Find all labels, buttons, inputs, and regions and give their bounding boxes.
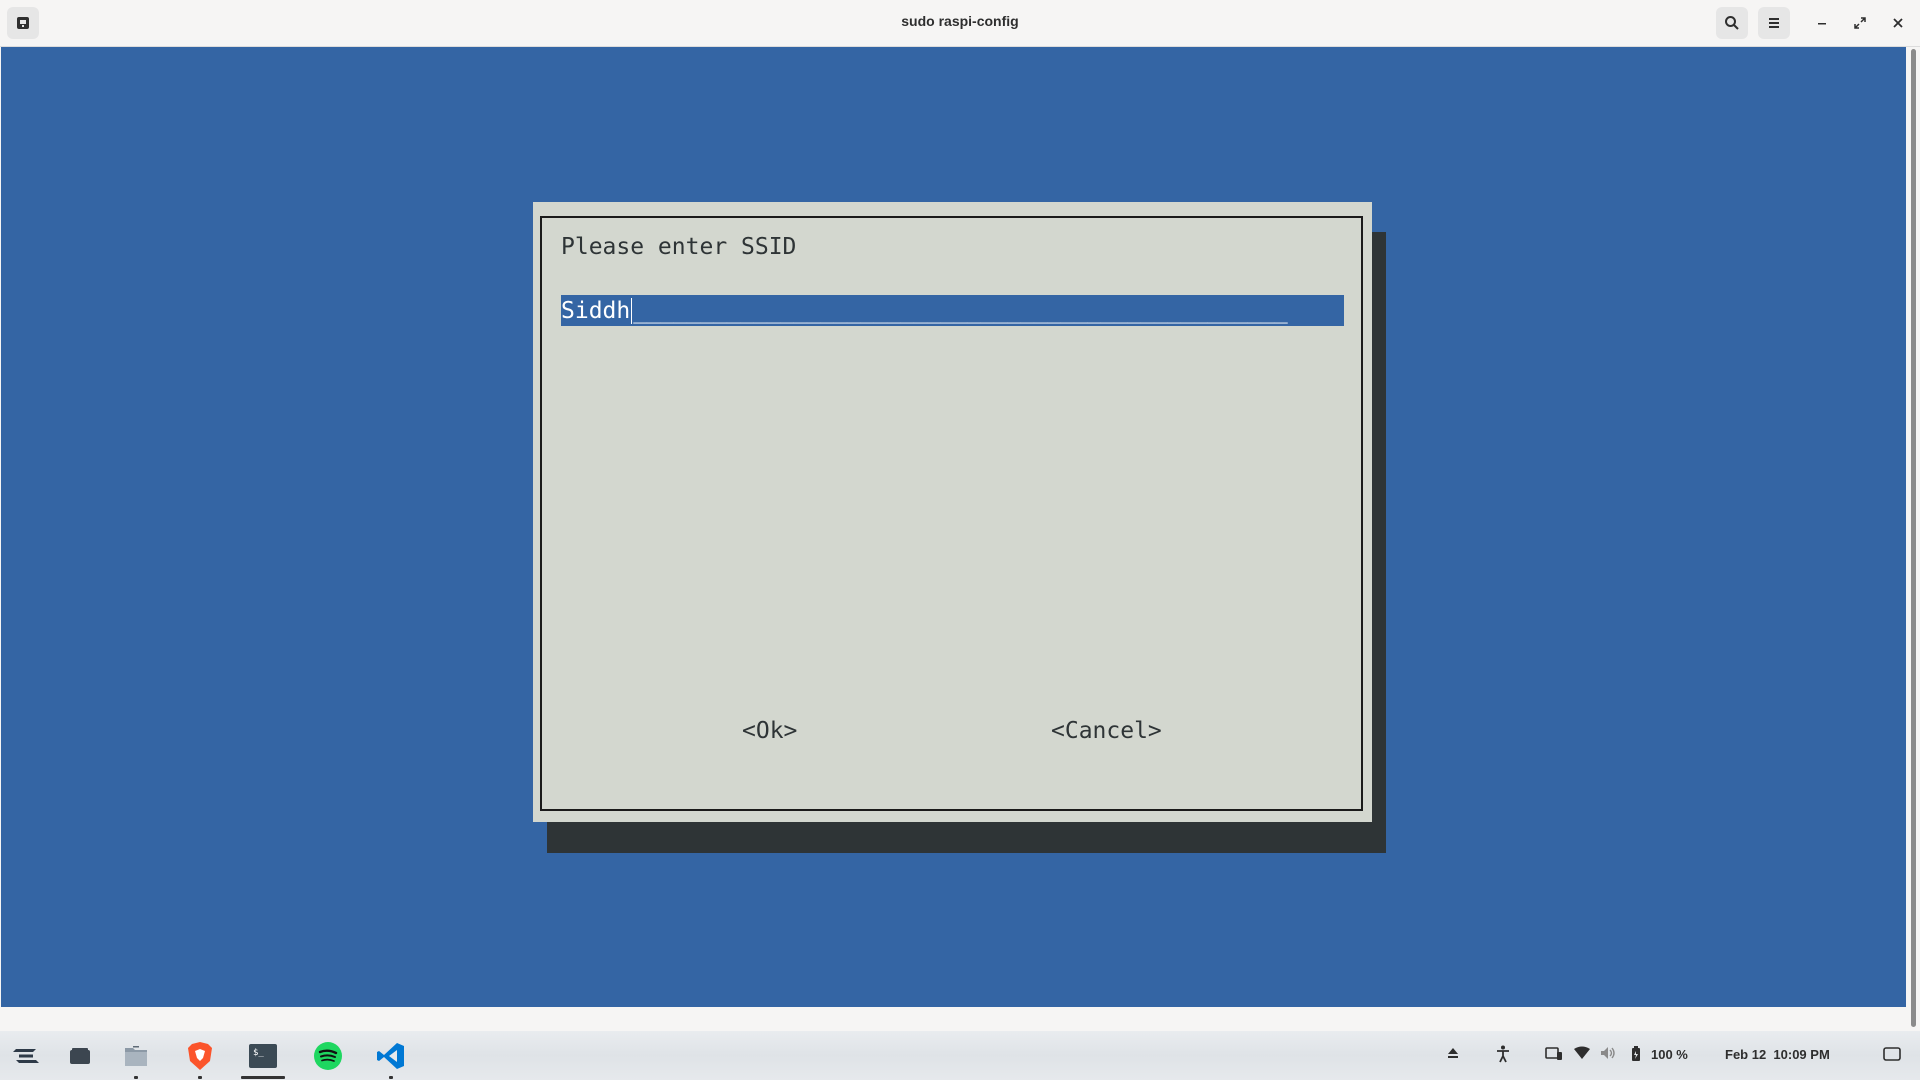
ssid-value: Siddh — [561, 297, 631, 324]
active-indicator — [241, 1076, 285, 1079]
terminal-scrollbar[interactable] — [1906, 47, 1920, 1031]
desktop-icon[interactable] — [63, 1039, 97, 1073]
battery-percentage: 100 % — [1651, 1047, 1688, 1062]
running-indicator — [389, 1076, 393, 1079]
terminal-icon[interactable]: $_ — [241, 1039, 285, 1079]
hamburger-menu-icon[interactable] — [1758, 7, 1790, 39]
volume-icon[interactable] — [1600, 1046, 1616, 1060]
close-icon[interactable] — [1882, 7, 1914, 39]
accessibility-icon[interactable] — [1495, 1045, 1511, 1063]
restore-icon[interactable] — [1844, 7, 1876, 39]
clock[interactable]: Feb 12 10:09 PM — [1725, 1047, 1830, 1062]
search-icon[interactable] — [1716, 7, 1748, 39]
spotify-icon[interactable] — [311, 1039, 345, 1073]
ok-button[interactable]: <Ok> — [742, 718, 797, 744]
device-connect-icon[interactable] — [1545, 1046, 1563, 1062]
scrollbar-thumb[interactable] — [1911, 49, 1916, 1027]
window-titlebar: sudo raspi-config — [0, 0, 1920, 47]
taskbar: $_ 100 % Feb 12 10:09 PM — [0, 1031, 1920, 1080]
running-indicator — [134, 1076, 138, 1079]
files-icon[interactable] — [119, 1039, 153, 1079]
ssid-dialog: Please enter SSID Siddh _________________… — [533, 202, 1372, 822]
vscode-icon[interactable] — [374, 1039, 408, 1079]
svg-text:$_: $_ — [253, 1048, 264, 1058]
ssid-input[interactable]: Siddh ___________________________________… — [561, 295, 1344, 326]
battery-icon — [1631, 1046, 1641, 1062]
eject-icon[interactable] — [1446, 1046, 1460, 1060]
dialog-prompt: Please enter SSID — [561, 234, 797, 260]
wifi-icon[interactable] — [1574, 1046, 1590, 1060]
text-cursor — [631, 297, 633, 324]
window-title: sudo raspi-config — [901, 13, 1019, 29]
terminal-bottom-strip — [0, 1007, 1906, 1031]
notifications-icon[interactable] — [1883, 1047, 1901, 1061]
running-indicator — [198, 1076, 202, 1079]
zorin-menu-icon[interactable] — [9, 1039, 43, 1073]
minimize-icon[interactable] — [1806, 7, 1838, 39]
ssid-input-fill: ________________________________________… — [633, 297, 1288, 324]
brave-icon[interactable] — [183, 1039, 217, 1079]
cancel-button[interactable]: <Cancel> — [1051, 718, 1162, 744]
